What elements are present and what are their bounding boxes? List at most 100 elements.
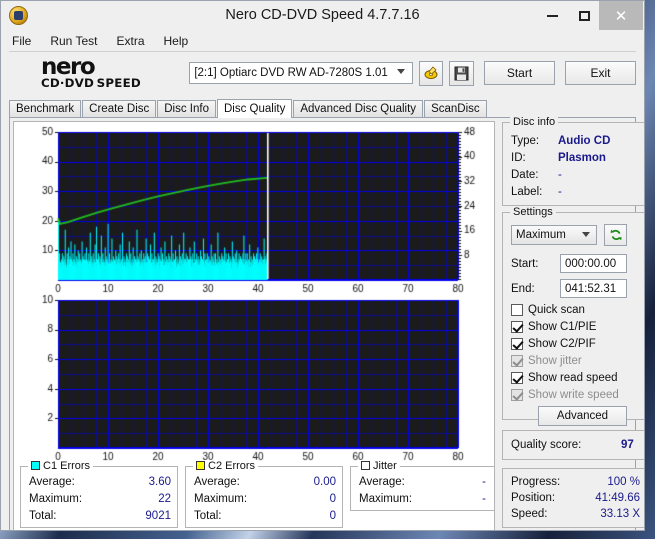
menu-item-help[interactable]: Help (162, 33, 191, 49)
close-icon: ✕ (614, 7, 628, 25)
minimize-icon (546, 14, 558, 17)
maximize-icon (578, 10, 590, 21)
jitter-group: Jitter Average: - Maximum: - (350, 460, 495, 511)
c1-color-swatch (31, 461, 40, 470)
jitter-legend-text: Jitter (373, 460, 397, 472)
progress-label: Progress: (511, 476, 561, 488)
start-position-input[interactable]: 000:00.00 (560, 254, 627, 273)
advanced-button[interactable]: Advanced (538, 406, 627, 426)
checkbox-label: Show C2/PIF (528, 338, 596, 350)
chevron-down-icon (396, 69, 405, 74)
checkbox-box (511, 304, 523, 316)
menu-item-file[interactable]: File (10, 33, 33, 49)
close-button[interactable]: ✕ (599, 1, 643, 30)
exit-button[interactable]: Exit (565, 61, 636, 85)
jitter-average-value: - (482, 476, 486, 488)
speed-select[interactable]: Maximum (511, 225, 597, 245)
speed-select-value: Maximum (516, 229, 566, 241)
c1-errors-legend: C1 Errors (28, 460, 94, 472)
quality-score-label: Quality score: (511, 439, 582, 451)
disc-id-value: Plasmon (558, 152, 606, 164)
checkbox-label: Quick scan (528, 304, 585, 316)
checkbox-show-c2-pif[interactable]: Show C2/PIF (511, 338, 596, 350)
position-value: 41:49.66 (595, 492, 640, 504)
c1-maximum-label: Maximum: (29, 493, 83, 505)
checkbox-label: Show write speed (528, 389, 619, 401)
settings-group: Settings Maximum Start: 000:00.00 End: 0… (502, 206, 644, 426)
title-bar: Nero CD-DVD Speed 4.7.7.16 ✕ (1, 1, 644, 30)
status-group: Progress: 100 % Position: 41:49.66 Speed… (502, 468, 644, 528)
c2-errors-legend: C2 Errors (193, 460, 259, 472)
speed-value: 33.13 X (600, 508, 640, 520)
checkbox-show-jitter: Show jitter (511, 355, 582, 367)
tab-disc-quality[interactable]: Disc Quality (217, 99, 293, 118)
quality-score-group: Quality score: 97 (502, 430, 644, 460)
c2-errors-group: C2 Errors Average: 0.00 Maximum: 0 Total… (185, 460, 343, 528)
menu-bar: File Run Test Extra Help (1, 30, 644, 51)
progress-value: 100 % (607, 476, 640, 488)
c2-total-label: Total: (194, 510, 222, 522)
c1-average-value: 3.60 (148, 476, 171, 488)
quality-score-value: 97 (621, 439, 634, 451)
checkbox-show-c1-pie[interactable]: Show C1/PIE (511, 321, 596, 333)
nero-logo: nero CD·DVD SPEED (41, 56, 175, 90)
jitter-maximum-label: Maximum: (359, 493, 413, 505)
tab-strip: Benchmark Create Disc Disc Info Disc Qua… (9, 98, 644, 118)
settings-legend: Settings (510, 206, 556, 218)
checkbox-box (511, 372, 523, 384)
end-position-input[interactable]: 041:52.31 (560, 279, 627, 298)
end-position-label: End: (511, 283, 535, 295)
c2-maximum-value: 0 (329, 493, 336, 505)
refresh-button[interactable] (604, 224, 627, 246)
drive-select[interactable]: [2:1] Optiarc DVD RW AD-7280S 1.01 (189, 62, 413, 84)
disc-label-value: - (558, 186, 562, 198)
c2-average-value: 0.00 (313, 476, 336, 488)
checkbox-box (511, 338, 523, 350)
disc-info-group: Disc info Type: Audio CD ID: Plasmon Dat… (502, 116, 644, 206)
c2-color-swatch (196, 461, 205, 470)
checkbox-quick-scan[interactable]: Quick scan (511, 304, 585, 316)
disc-info-legend: Disc info (510, 116, 559, 128)
c2-total-value: 0 (329, 510, 336, 522)
drive-select-value: [2:1] Optiarc DVD RW AD-7280S 1.01 (194, 67, 388, 79)
checkbox-box (511, 389, 523, 401)
c2-errors-legend-text: C2 Errors (208, 460, 256, 472)
speed-label: Speed: (511, 508, 548, 520)
disc-label-label: Label: (511, 186, 543, 198)
tab-disc-info[interactable]: Disc Info (157, 100, 216, 117)
checkbox-label: Show jitter (528, 355, 582, 367)
floppy-save-icon (454, 66, 469, 80)
jitter-maximum-value: - (482, 493, 486, 505)
minimize-button[interactable] (537, 1, 567, 30)
disc-id-label: ID: (511, 152, 526, 164)
checkbox-box (511, 355, 523, 367)
c1-errors-legend-text: C1 Errors (43, 460, 91, 472)
menu-item-run-test[interactable]: Run Test (48, 33, 99, 49)
tab-benchmark[interactable]: Benchmark (9, 100, 82, 117)
disc-quality-panel: Disc info Type: Audio CD ID: Plasmon Dat… (9, 116, 644, 530)
menu-item-extra[interactable]: Extra (114, 33, 146, 49)
disc-date-value: - (558, 169, 562, 181)
maximize-button[interactable] (569, 1, 599, 30)
save-button[interactable] (449, 60, 475, 86)
disc-burn-icon (424, 66, 438, 79)
checkbox-show-read-speed[interactable]: Show read speed (511, 372, 618, 384)
checkbox-show-write-speed: Show write speed (511, 389, 619, 401)
burn-disc-button[interactable] (418, 60, 444, 86)
start-button[interactable]: Start (484, 61, 556, 85)
toolbar: nero CD·DVD SPEED [2:1] Optiarc DVD RW A… (1, 52, 644, 94)
checkbox-label: Show read speed (528, 372, 618, 384)
tab-scandisc[interactable]: ScanDisc (424, 100, 487, 117)
disc-type-label: Type: (511, 135, 540, 147)
tab-advanced-disc-quality[interactable]: Advanced Disc Quality (293, 100, 424, 117)
jitter-average-label: Average: (359, 476, 405, 488)
c1-average-label: Average: (29, 476, 75, 488)
tab-create-disc[interactable]: Create Disc (82, 100, 157, 117)
disc-date-label: Date: (511, 169, 539, 181)
checkbox-label: Show C1/PIE (528, 321, 597, 333)
c1-maximum-value: 22 (158, 493, 171, 505)
checkbox-box (511, 321, 523, 333)
jitter-legend: Jitter (358, 460, 400, 472)
position-label: Position: (511, 492, 556, 504)
c2-maximum-label: Maximum: (194, 493, 248, 505)
